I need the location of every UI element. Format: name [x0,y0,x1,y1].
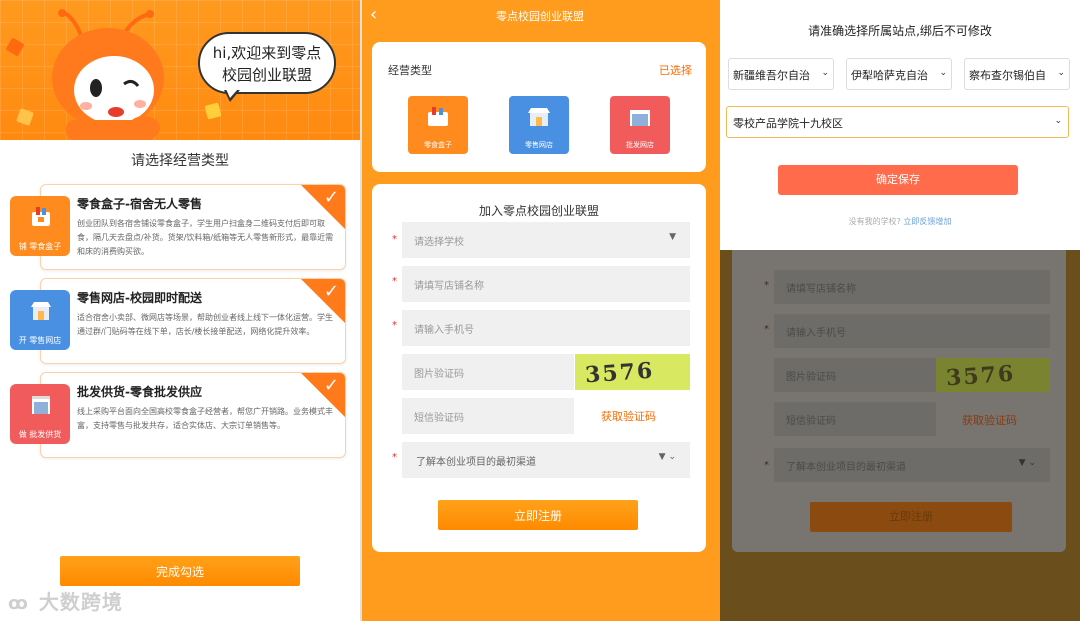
dim-get-code-label: 获取验证码 [962,414,1017,427]
type-label: 零食盒子 [424,141,452,149]
captcha-image[interactable]: 3576 [575,354,690,390]
type-label: 零售网店 [525,141,553,149]
snack-box-icon [428,107,448,126]
dropdown-arrow-icon: ▼ ⌄ [658,452,676,462]
snack-box-icon: 铺 零食盒子 [10,196,70,256]
business-type-description: 适合宿舍小卖部、微网店等场景，帮助创业者线上线下一体化运营。学生通过群/门贴码等… [77,313,333,336]
form-title: 加入零点校园创业联盟 [478,204,599,218]
feedback-link[interactable]: 立即反馈增加 [903,217,951,226]
page-title: 请选择经营类型 [131,153,229,169]
get-code-button[interactable]: 获取验证码 [601,408,656,424]
dim-captcha-image: 3576 [936,358,1050,392]
complete-selection-button[interactable]: 完成勾选 [60,556,300,586]
business-type-name: 零食盒子-宿舍无人零售 [77,197,202,211]
check-icon: ✓ [323,281,339,302]
registration-form-card: 加入零点校园创业联盟 * 请选择学校 ▼ * 请填写店铺名称 * 请输入手机号 … [372,184,706,552]
greeting-line-2: 校园创业联盟 [221,66,312,84]
nav-title: 零点校园创业联盟 [496,10,584,23]
school-select[interactable]: 零校产品学院十九校区 ⌄ [726,106,1069,138]
dim-shop-name-field: 请填写店铺名称 [774,270,1050,304]
chevron-down-icon: ⌄ [1054,116,1062,126]
image-code-input[interactable]: 图片验证码 [402,354,574,390]
chevron-down-icon: ⌄ [1057,68,1065,78]
shop-name-input[interactable]: 请填写店铺名称 [402,266,690,302]
welcome-banner: hi,欢迎来到零点 校园创业联盟 [0,0,360,140]
type-wholesale[interactable]: 批发网店 [610,96,670,154]
register-button[interactable]: 立即注册 [438,500,638,530]
image-code-placeholder: 图片验证码 [414,369,464,380]
ant-mascot-illustration [52,9,164,140]
sms-code-input[interactable]: 短信验证码 [402,398,574,434]
dim-channel-field: 了解本创业项目的最初渠道 ▼ ⌄ [774,448,1050,482]
business-type-name: 批发供货-零食批发供应 [77,385,202,399]
captcha-text: 3576 [584,357,656,389]
chevron-down-icon: ⌄ [821,68,829,78]
school-select[interactable]: 请选择学校 ▼ [402,222,690,258]
channel-select[interactable]: 了解本创业项目的最初渠道 ▼ ⌄ [402,442,690,478]
check-icon: ✓ [323,375,339,396]
type-label: 批发网店 [626,141,654,149]
dim-register-button: 立即注册 [810,502,1012,532]
greeting-line-1: hi,欢迎来到零点 [212,44,322,62]
warehouse-icon [630,110,650,126]
watermark: ꝏ 大数跨境 [8,586,123,615]
region-select-2[interactable]: 伊犁哈萨克自治 ⌄ [846,58,952,90]
phone-placeholder: 请输入手机号 [414,325,474,336]
business-type-card-wholesale[interactable]: 批发供货-零食批发供应 线上采购平台面向全国高校零食盒子经营者，帮您广开销路。业… [40,372,346,458]
dimmed-overlay[interactable]: * 请填写店铺名称 * 请输入手机号 图片验证码 3576 短信验证码 获取验证… [720,250,1080,621]
region-select-1[interactable]: 新疆维吾尔自治 ⌄ [728,58,834,90]
check-icon: ✓ [323,187,339,208]
registration-screen: ‹ 零点校园创业联盟 经营类型 已选择 零食盒子 零售网店 批发网店 加入零点校… [360,0,720,621]
welcome-speech-bubble: hi,欢迎来到零点 校园创业联盟 [198,32,336,94]
watermark-text: 大数跨境 [38,590,123,614]
business-type-card-retail-shop[interactable]: 零售网店-校园即时配送 适合宿舍小卖部、微网店等场景，帮助创业者线上线下一体化运… [40,278,346,364]
warehouse-icon: 做 批发供货 [10,384,70,444]
type-snack-box[interactable]: 零食盒子 [408,96,468,154]
site-select-screen: 请准确选择所属站点,绑后不可修改 新疆维吾尔自治 ⌄ 伊犁哈萨克自治 ⌄ 察布查… [720,0,1080,621]
business-type-summary-card: 经营类型 已选择 零食盒子 零售网店 批发网店 [372,42,706,172]
business-type-name: 零售网店-校园即时配送 [77,291,202,305]
required-mark: * [392,276,397,287]
business-icon-label: 铺 零食盒子 [18,242,62,251]
dimmed-form-card: * 请填写店铺名称 * 请输入手机号 图片验证码 3576 短信验证码 获取验证… [732,250,1066,552]
channel-placeholder: 了解本创业项目的最初渠道 [416,457,536,468]
dim-sms-code-field: 短信验证码 [774,402,936,436]
chevron-down-icon: ⌄ [939,68,947,78]
dim-image-code-field: 图片验证码 [774,358,936,392]
phone-input[interactable]: 请输入手机号 [402,310,690,346]
feedback-hint: 没有我的学校? 立即反馈增加 [848,217,952,226]
dim-phone-field: 请输入手机号 [774,314,1050,348]
sms-code-placeholder: 短信验证码 [414,413,464,424]
type-retail-shop[interactable]: 零售网店 [509,96,569,154]
required-mark: * [392,452,397,463]
business-type-card-snack-box[interactable]: 零食盒子-宿舍无人零售 创业团队到各宿舍铺设零食盒子，学生用户扫盒身二维码支付后… [40,184,346,270]
confirm-save-button[interactable]: 确定保存 [778,165,1018,195]
shop-icon [528,108,550,126]
business-icon-label: 做 批发供货 [18,430,62,439]
school-placeholder: 请选择学校 [414,237,464,248]
business-type-label: 经营类型 [388,64,432,77]
shop-icon: 开 零售网店 [10,290,70,350]
required-mark: * [392,234,397,245]
dialog-title: 请准确选择所属站点,绑后不可修改 [808,24,992,38]
watermark-logo-icon: ꝏ [8,593,29,614]
business-type-description: 线上采购平台面向全国高校零食盒子经营者，帮您广开销路。业务模式丰富，支持零售与批… [77,407,333,430]
nav-header: ‹ 零点校园创业联盟 [360,0,720,30]
shop-name-placeholder: 请填写店铺名称 [414,281,484,292]
business-icon-label: 开 零售网店 [18,336,62,345]
business-type-screen: hi,欢迎来到零点 校园创业联盟 请选择经营类型 零食盒子-宿舍无人零售 创业团… [0,0,360,621]
dropdown-arrow-icon: ▼ [669,232,676,242]
site-select-dialog: 请准确选择所属站点,绑后不可修改 新疆维吾尔自治 ⌄ 伊犁哈萨克自治 ⌄ 察布查… [720,0,1080,250]
selected-link[interactable]: 已选择 [659,62,692,78]
business-type-description: 创业团队到各宿舍铺设零食盒子，学生用户扫盒身二维码支付后即可取食，隔几天去盘点/… [77,219,334,256]
region-select-3[interactable]: 察布查尔锡伯自 ⌄ [964,58,1070,90]
required-mark: * [392,320,397,331]
